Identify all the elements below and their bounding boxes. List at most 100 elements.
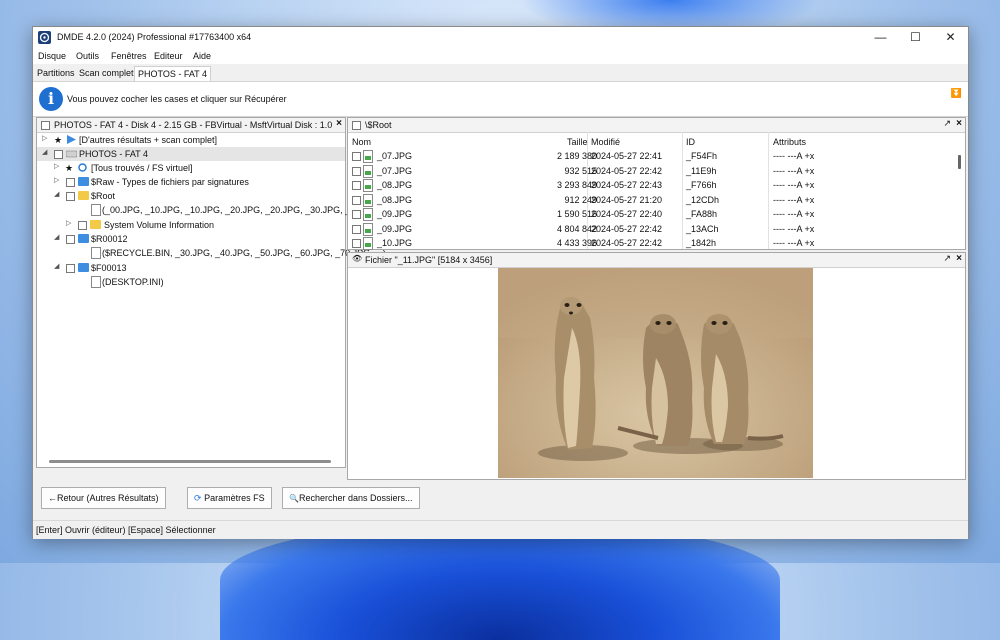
maximize-button[interactable]: ☐ [898, 27, 933, 48]
preview-title: Fichier "_11.JPG" [5184 x 3456] [365, 255, 493, 265]
expand-arrow-icon[interactable]: ▷ [66, 219, 71, 227]
tree-row-f00013-files[interactable]: (DESKTOP.INI) [37, 275, 345, 289]
collapse-arrow-icon[interactable]: ◢ [54, 233, 59, 241]
tree-row-system-volume[interactable]: ▷ System Volume Information [37, 218, 345, 232]
tree-checkbox[interactable] [78, 221, 87, 230]
file-row[interactable]: _09.JPG 4 804 842 2024-05-27 22:42 _13ACh --… [348, 222, 953, 236]
tree-header-checkbox[interactable] [41, 121, 50, 130]
tree-label: (_00.JPG, _10.JPG, _10.JPG, _20.JPG, _20… [102, 205, 371, 215]
file-list-scrollbar[interactable] [958, 155, 961, 169]
expand-arrow-icon[interactable]: ▷ [54, 162, 59, 170]
lost-folder-icon [78, 234, 89, 243]
file-checkbox[interactable] [352, 181, 361, 190]
file-id: _13ACh [686, 223, 719, 234]
tree-close-icon[interactable]: × [336, 118, 342, 129]
file-row[interactable]: _10.JPG 4 433 396 2024-05-27 22:42 _1842h --… [348, 236, 953, 250]
file-row[interactable]: _08.JPG 3 293 849 2024-05-27 22:43 _F766h --… [348, 178, 953, 192]
tree-label: [Tous trouvés / FS virtuel] [91, 163, 193, 173]
file-row[interactable]: _09.JPG 1 590 516 2024-05-27 22:40 _FA88h --… [348, 207, 953, 221]
expand-arrow-icon[interactable]: ▷ [54, 176, 59, 184]
collapse-arrow-icon[interactable]: ◢ [54, 190, 59, 198]
tree-horizontal-scrollbar[interactable] [49, 460, 331, 463]
pin-icon: ★ [54, 135, 63, 145]
file-modified: 2024-05-27 22:42 [591, 238, 663, 248]
column-header-modified[interactable]: Modifié [591, 137, 620, 147]
file-row[interactable]: _07.JPG 932 515 2024-05-27 22:42 _11E9h ----… [348, 164, 953, 178]
column-header-name[interactable]: Nom [352, 137, 371, 147]
tree-checkbox[interactable] [66, 264, 75, 273]
maximize-panel-icon[interactable]: ↗ [943, 253, 951, 264]
tree-row-photos-fat4[interactable]: ◢ PHOTOS - FAT 4 [37, 147, 345, 161]
preview-close-icon[interactable]: × [956, 253, 962, 264]
file-checkbox[interactable] [352, 224, 361, 234]
menu-fenetres[interactable]: Fenêtres [111, 51, 147, 61]
menu-outils[interactable]: Outils [76, 51, 99, 61]
jpg-file-icon [363, 150, 373, 163]
back-button-label: Retour (Autres Résultats) [57, 493, 159, 503]
info-message: Vous pouvez cocher les cases et cliquer … [67, 94, 287, 104]
tree-label: $F00013 [91, 263, 127, 273]
tree-row-root-files[interactable]: (_00.JPG, _10.JPG, _10.JPG, _20.JPG, _20… [37, 203, 371, 217]
tree-row-r00012[interactable]: ◢ $R00012 [37, 232, 345, 246]
fs-parameters-label: Paramètres FS [204, 493, 265, 503]
file-attributes: ---- ---A +x [773, 194, 815, 205]
file-list-close-icon[interactable]: × [956, 118, 962, 129]
tree-checkbox[interactable] [66, 235, 75, 244]
collapse-arrow-icon[interactable]: ◢ [42, 148, 47, 156]
expand-arrow-icon[interactable]: ▷ [42, 134, 47, 142]
status-hint: [Enter] Ouvrir (éditeur) [Espace] Sélect… [36, 525, 216, 535]
fs-parameters-button[interactable]: ⟳ Paramètres FS [187, 487, 272, 509]
file-name: _08.JPG [377, 180, 413, 190]
meerkats-photo [498, 268, 813, 478]
file-id: _12CDh [686, 194, 720, 205]
file-checkbox[interactable] [352, 239, 361, 248]
tab-partitions[interactable]: Partitions [34, 66, 78, 80]
file-list-panel: \$Root ↗ × Nom Taille Modifié ID Attribu… [347, 117, 966, 250]
tree-row-all-found[interactable]: ▷ ★ [Tous trouvés / FS virtuel] [37, 161, 345, 175]
column-header-attributes[interactable]: Attributs [773, 137, 806, 147]
tab-scan-complet[interactable]: Scan complet [76, 66, 137, 80]
tree-row-root[interactable]: ◢ $Root [37, 189, 345, 203]
tree-label: ($RECYCLE.BIN, _30.JPG, _40.JPG, _50.JPG… [102, 248, 386, 258]
file-row[interactable]: _07.JPG 2 189 380 2024-05-27 22:41 _F54Fh --… [348, 149, 953, 163]
tree-row-f00013[interactable]: ◢ $F00013 [37, 261, 345, 275]
dmde-window: DMDE 4.2.0 (2024) Professional #17763400… [32, 26, 969, 539]
file-size: 2 189 380 [556, 151, 597, 161]
column-header-size[interactable]: Taille [567, 137, 588, 147]
tree-row-raw[interactable]: ▷ $Raw - Types de fichiers par signature… [37, 175, 345, 189]
menu-disque[interactable]: Disque [38, 51, 66, 61]
maximize-panel-icon[interactable]: ↗ [943, 118, 951, 129]
tab-photos-fat4[interactable]: PHOTOS - FAT 4 [134, 66, 212, 81]
tree-checkbox[interactable] [66, 192, 75, 201]
back-button[interactable]: ←Retour (Autres Résultats) [41, 487, 166, 509]
status-bar: [Enter] Ouvrir (éditeur) [Espace] Sélect… [33, 520, 968, 539]
file-modified: 2024-05-27 22:40 [591, 209, 663, 219]
collapse-icon[interactable]: ⏬ [951, 88, 962, 99]
close-button[interactable]: ✕ [933, 27, 968, 48]
collapse-arrow-icon[interactable]: ◢ [54, 262, 59, 270]
tree-label: PHOTOS - FAT 4 [79, 149, 149, 159]
tree-row-r00012-files[interactable]: ($RECYCLE.BIN, _30.JPG, _40.JPG, _50.JPG… [37, 246, 386, 260]
eye-icon: 👁 [352, 254, 363, 263]
tree-label: (DESKTOP.INI) [102, 277, 164, 287]
file-checkbox[interactable] [352, 166, 361, 176]
title-bar: DMDE 4.2.0 (2024) Professional #17763400… [33, 27, 968, 48]
file-row[interactable]: _08.JPG 912 249 2024-05-27 21:20 _12CDh ----… [348, 193, 953, 207]
tree-row-other-results[interactable]: ▷ ★ [D'autres résultats + scan complet] [37, 133, 345, 147]
file-checkbox[interactable] [352, 210, 361, 219]
preview-header: 👁 Fichier "_11.JPG" [5184 x 3456] ↗ × [348, 253, 965, 268]
menu-editeur[interactable]: Editeur [154, 51, 183, 61]
tree-checkbox[interactable] [66, 178, 75, 187]
column-header-id[interactable]: ID [686, 137, 695, 147]
file-size: 4 433 396 [556, 238, 597, 248]
file-list-header-checkbox[interactable] [352, 121, 361, 130]
minimize-button[interactable]: — [863, 27, 898, 48]
file-checkbox[interactable] [352, 195, 361, 205]
file-checkbox[interactable] [352, 152, 361, 161]
file-size: 1 590 516 [556, 209, 597, 219]
search-folders-button[interactable]: 🔍Rechercher dans Dossiers... [282, 487, 420, 509]
menu-aide[interactable]: Aide [193, 51, 211, 61]
preview-panel: 👁 Fichier "_11.JPG" [5184 x 3456] ↗ × [347, 252, 966, 480]
file-id: _F54Fh [686, 151, 718, 161]
tree-checkbox[interactable] [54, 150, 63, 159]
